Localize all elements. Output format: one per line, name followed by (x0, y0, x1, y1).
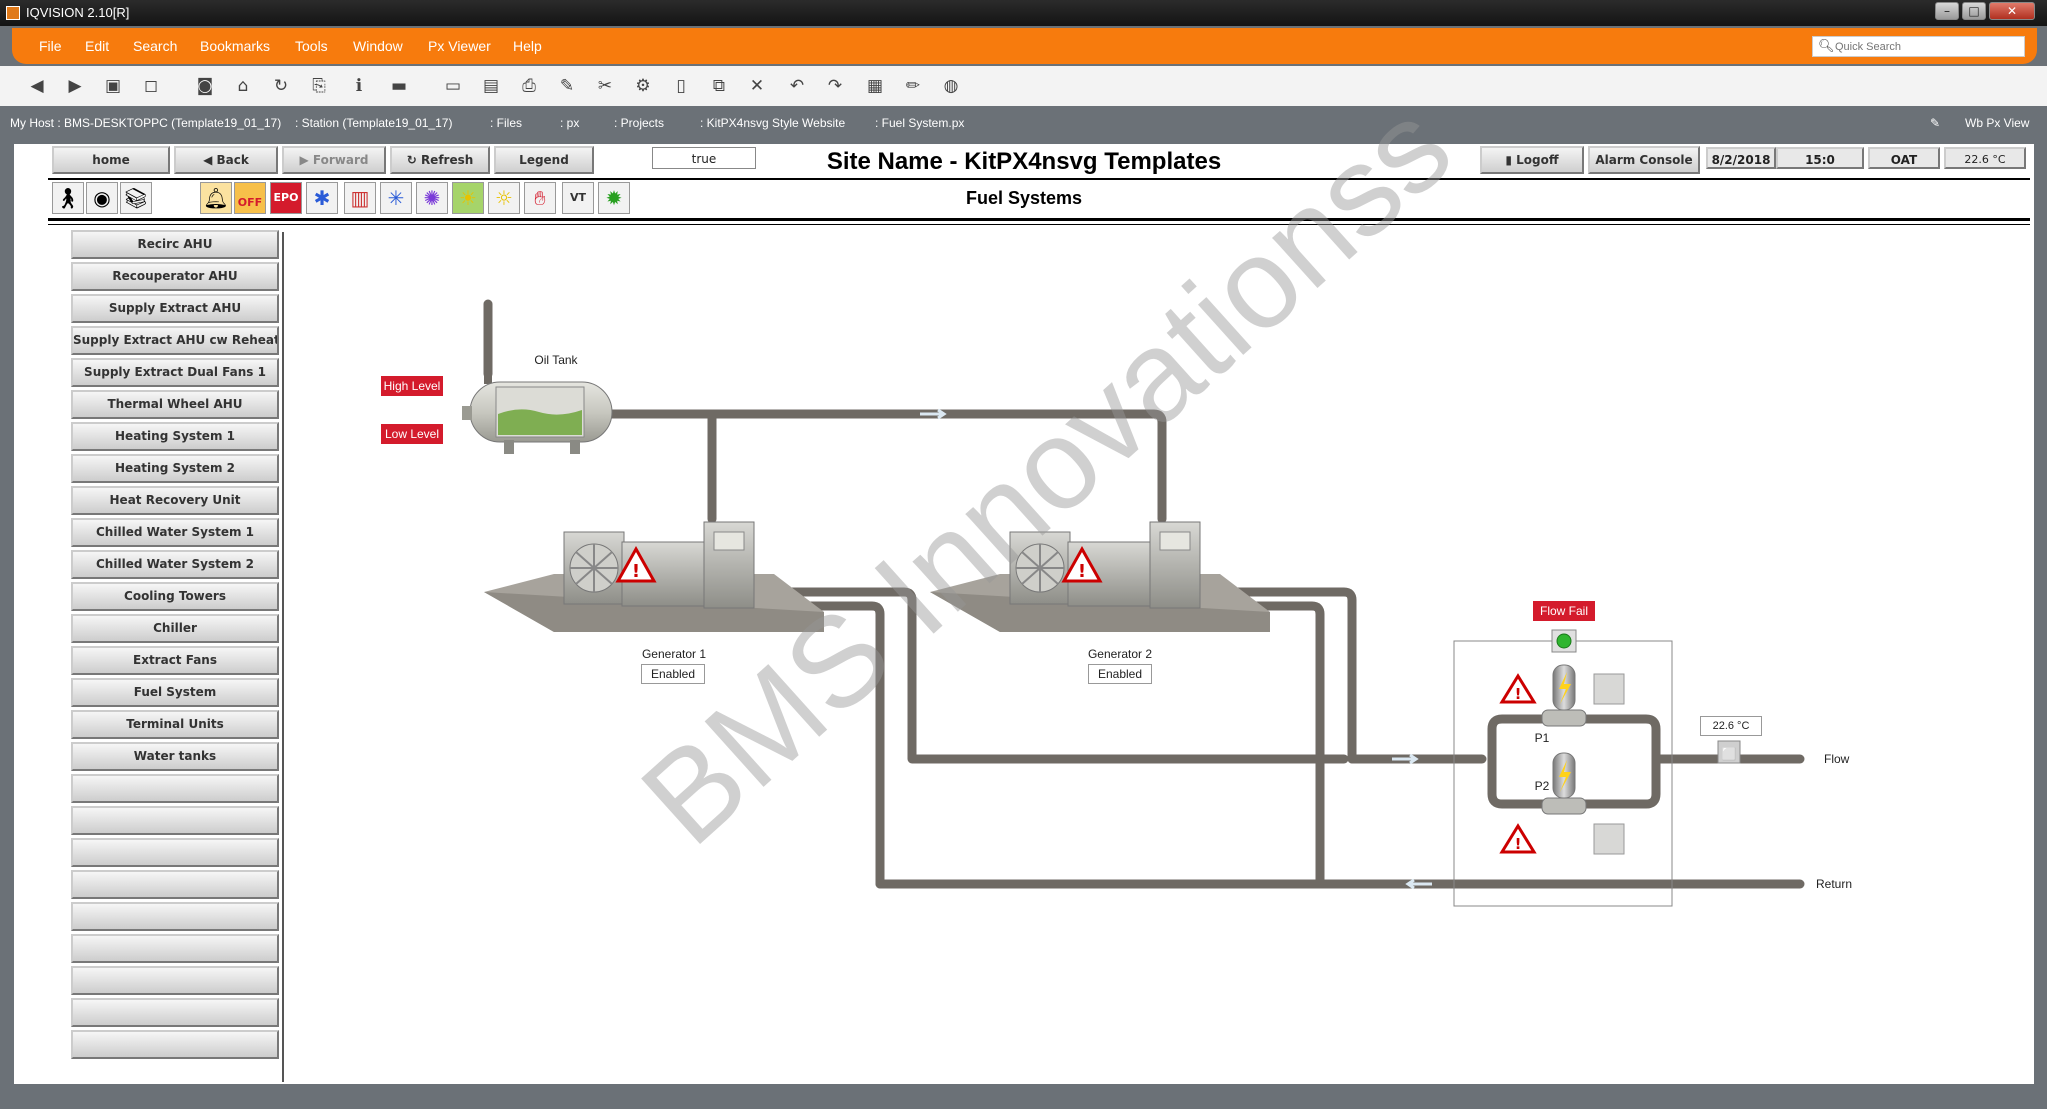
application-window: IQVISION 2.10[R] – □ ✕ File Edit Search … (0, 0, 2047, 1109)
high-level-alarm[interactable]: High Level (381, 376, 443, 396)
menu-file[interactable]: File (39, 38, 62, 54)
export-icon[interactable]: ⎙ (518, 75, 540, 97)
menu-px-viewer[interactable]: Px Viewer (428, 38, 491, 54)
back-arrow-icon[interactable]: ◀ (26, 75, 48, 97)
menu-window[interactable]: Window (353, 38, 403, 54)
sensor-icon: ⬜ (1722, 747, 1737, 761)
pencil-icon[interactable]: ✎ (1930, 116, 1940, 130)
pump2-control[interactable] (1593, 823, 1625, 855)
px-view: home ◀ Back ▶ Forward ↻ Refresh Legend t… (14, 75, 2034, 1084)
view-selector[interactable]: Wb Px View (1965, 116, 2029, 130)
settings-icon[interactable]: ⚙ (632, 75, 654, 97)
flow-status-led (1556, 633, 1572, 649)
generator1-label: Generator 1 (642, 647, 706, 661)
breadcrumb-host[interactable]: My Host : BMS-DESKTOPPC (Template19_01_1… (10, 116, 281, 130)
paste-icon[interactable]: ▯ (670, 75, 692, 97)
pencil-icon[interactable]: ✏ (902, 75, 924, 97)
breadcrumb-px[interactable]: : px (560, 116, 579, 130)
folder-up-icon[interactable]: ▣ (102, 75, 124, 97)
forward-arrow-icon[interactable]: ▶ (64, 75, 86, 97)
pump-p1[interactable] (1541, 664, 1587, 727)
generator2-label: Generator 2 (1088, 647, 1152, 661)
quick-search[interactable]: 🔍︎ (1812, 36, 2025, 57)
copy-icon[interactable]: ⎘ (308, 75, 330, 97)
breadcrumb-files[interactable]: : Files (490, 116, 522, 130)
generator2-status: Enabled (1088, 664, 1152, 684)
supply-header-pipe (599, 409, 1167, 524)
menu-bookmarks[interactable]: Bookmarks (200, 38, 270, 54)
window-title: IQVISION 2.10[R] (26, 5, 130, 20)
breadcrumb-kit-website[interactable]: : KitPX4nsvg Style Website (700, 116, 845, 130)
warning-mark: ! (1078, 561, 1086, 582)
breadcrumb-station[interactable]: : Station (Template19_01_17) (295, 116, 452, 130)
save-all-icon[interactable]: ▤ (480, 75, 502, 97)
app-icon (6, 6, 20, 20)
gen1-return-drop (749, 601, 885, 889)
fuel-system-diagram: Oil Tank ! ! Generator 1 Generator 2 P1 … (462, 299, 1852, 907)
minimize-button[interactable]: – (1935, 2, 1959, 20)
breadcrumb-projects[interactable]: : Projects (614, 116, 664, 130)
warning-mark: ! (632, 561, 640, 582)
redo-icon[interactable]: ↷ (824, 75, 846, 97)
generator-1[interactable] (484, 521, 824, 632)
temperature-value: 22.6 °C (1700, 716, 1762, 736)
home-icon[interactable]: ⌂ (232, 75, 254, 97)
globe-icon[interactable]: ◍ (940, 75, 962, 97)
return-label: Return (1816, 877, 1852, 891)
flow-label: Flow (1824, 752, 1850, 766)
view-icon[interactable]: ◻ (140, 75, 162, 97)
generator1-status: Enabled (641, 664, 705, 684)
cut-icon[interactable]: ✂ (594, 75, 616, 97)
breadcrumb: My Host : BMS-DESKTOPPC (Template19_01_1… (0, 108, 2047, 136)
delete-icon[interactable]: ✕ (746, 75, 768, 97)
menu-bar: File Edit Search Bookmarks Tools Window … (12, 28, 2037, 64)
menu-tools[interactable]: Tools (295, 38, 328, 54)
save-icon[interactable]: ▭ (442, 75, 464, 97)
refresh-icon[interactable]: ↻ (270, 75, 292, 97)
pump1-label: P1 (1535, 731, 1550, 745)
flow-fail-alarm[interactable]: Flow Fail (1533, 601, 1595, 621)
pump1-control[interactable] (1593, 673, 1625, 705)
info-icon[interactable]: ℹ (348, 75, 370, 97)
oil-tank[interactable] (462, 304, 613, 454)
quick-search-input[interactable] (1835, 39, 2020, 55)
generator-2[interactable] (930, 521, 1270, 632)
grid-icon[interactable]: ▦ (864, 75, 886, 97)
undo-icon[interactable]: ↶ (786, 75, 808, 97)
low-level-alarm[interactable]: Low Level (381, 424, 443, 444)
duplicate-icon[interactable]: ⧉ (708, 75, 730, 97)
menu-help[interactable]: Help (513, 38, 542, 54)
camera-icon[interactable]: ◙ (194, 75, 216, 97)
gen2-return-drop (1189, 601, 1325, 889)
menu-edit[interactable]: Edit (85, 38, 109, 54)
search-icon: 🔍︎ (1818, 39, 1835, 54)
toolbar: ◀ ▶ ▣ ◻ ◙ ⌂ ↻ ⎘ ℹ ▬ ▭ ▤ ⎙ ✎ ✂ ⚙ ▯ ⧉ ✕ ↶ … (0, 66, 2047, 106)
close-button[interactable]: ✕ (1989, 2, 2035, 20)
warning-mark: ! (1515, 835, 1522, 853)
menu-search[interactable]: Search (133, 38, 177, 54)
warning-mark: ! (1515, 685, 1522, 703)
title-bar: IQVISION 2.10[R] – □ ✕ (0, 0, 2047, 26)
open-folder-icon[interactable]: ▬ (388, 75, 410, 97)
pump2-label: P2 (1535, 779, 1550, 793)
edit-doc-icon[interactable]: ✎ (556, 75, 578, 97)
oil-tank-label: Oil Tank (534, 353, 578, 367)
maximize-button[interactable]: □ (1962, 2, 1986, 20)
breadcrumb-fuel-system[interactable]: : Fuel System.px (875, 116, 964, 130)
